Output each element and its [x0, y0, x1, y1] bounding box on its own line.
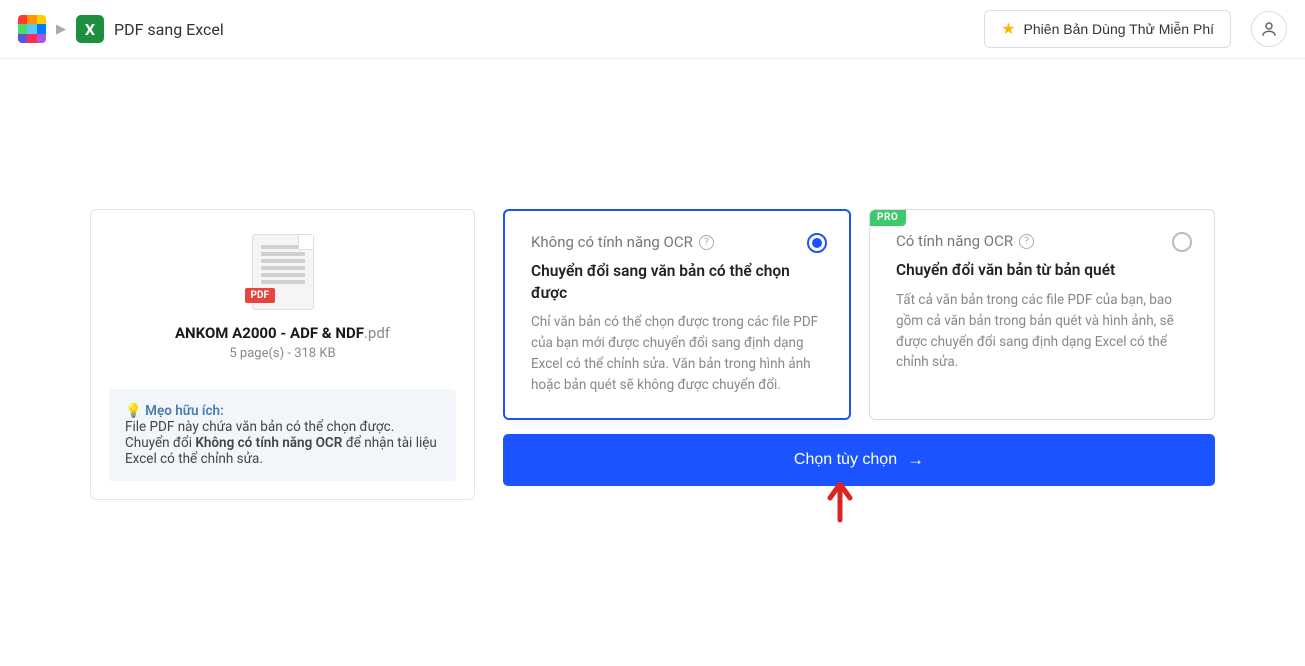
- main-content: PDF ANKOM A2000 - ADF & NDF.pdf 5 page(s…: [0, 59, 1305, 500]
- tip-title: Mẹo hữu ích:: [145, 403, 224, 419]
- free-trial-button[interactable]: ★ Phiên Bản Dùng Thử Miễn Phí: [984, 10, 1231, 48]
- file-name: ANKOM A2000 - ADF & NDF.pdf: [175, 324, 390, 342]
- pro-badge: PRO: [869, 209, 906, 226]
- radio-selected[interactable]: [807, 233, 827, 253]
- option-no-ocr-desc: Chỉ văn bản có thể chọn được trong các f…: [531, 312, 823, 396]
- pdf-file-icon: PDF: [252, 234, 314, 310]
- option-ocr-title: Chuyển đổi văn bản từ bản quét: [896, 260, 1188, 282]
- choose-option-button[interactable]: Chọn tùy chọn →: [503, 434, 1215, 486]
- pdf-badge: PDF: [245, 288, 275, 303]
- help-icon[interactable]: ?: [1019, 234, 1034, 249]
- arrow-right-icon: →: [907, 450, 924, 470]
- help-icon[interactable]: ?: [699, 235, 714, 250]
- option-ocr[interactable]: PRO Có tính năng OCR ? Chuyển đổi văn bả…: [869, 209, 1215, 420]
- brand-logo[interactable]: [18, 15, 46, 43]
- option-no-ocr[interactable]: Không có tính năng OCR ? Chuyển đổi sang…: [503, 209, 851, 420]
- option-ocr-desc: Tất cả văn bản trong các file PDF của bạ…: [896, 290, 1188, 374]
- options-row: Không có tính năng OCR ? Chuyển đổi sang…: [503, 209, 1215, 420]
- option-no-ocr-title: Chuyển đổi sang văn bản có thể chọn được: [531, 261, 823, 304]
- option-ocr-head-label: Có tính năng OCR: [896, 232, 1013, 250]
- tip-bold: Không có tính năng OCR: [195, 435, 342, 451]
- file-meta: 5 page(s) - 318 KB: [229, 346, 335, 361]
- lightbulb-icon: 💡: [125, 403, 142, 419]
- breadcrumb-title: PDF sang Excel: [114, 20, 224, 39]
- file-base-name: ANKOM A2000 - ADF & NDF: [175, 324, 364, 342]
- options-column: Không có tính năng OCR ? Chuyển đổi sang…: [503, 209, 1215, 486]
- header: ▶ X PDF sang Excel ★ Phiên Bản Dùng Thử …: [0, 0, 1305, 59]
- trial-label: Phiên Bản Dùng Thử Miễn Phí: [1024, 21, 1214, 37]
- account-button[interactable]: [1251, 11, 1287, 47]
- excel-app-icon: X: [76, 15, 104, 43]
- tip-box: 💡 Mẹo hữu ích: File PDF này chứa văn bản…: [109, 389, 456, 481]
- option-no-ocr-head: Không có tính năng OCR ?: [531, 233, 823, 251]
- radio-unselected[interactable]: [1172, 232, 1192, 252]
- option-no-ocr-head-label: Không có tính năng OCR: [531, 233, 693, 251]
- star-icon: ★: [1001, 19, 1015, 39]
- file-extension: .pdf: [364, 324, 390, 342]
- user-icon: [1260, 20, 1278, 38]
- chevron-right-icon: ▶: [56, 22, 66, 37]
- file-summary-card: PDF ANKOM A2000 - ADF & NDF.pdf 5 page(s…: [90, 209, 475, 500]
- cta-label: Chọn tùy chọn: [794, 451, 897, 469]
- option-ocr-head: Có tính năng OCR ?: [896, 232, 1188, 250]
